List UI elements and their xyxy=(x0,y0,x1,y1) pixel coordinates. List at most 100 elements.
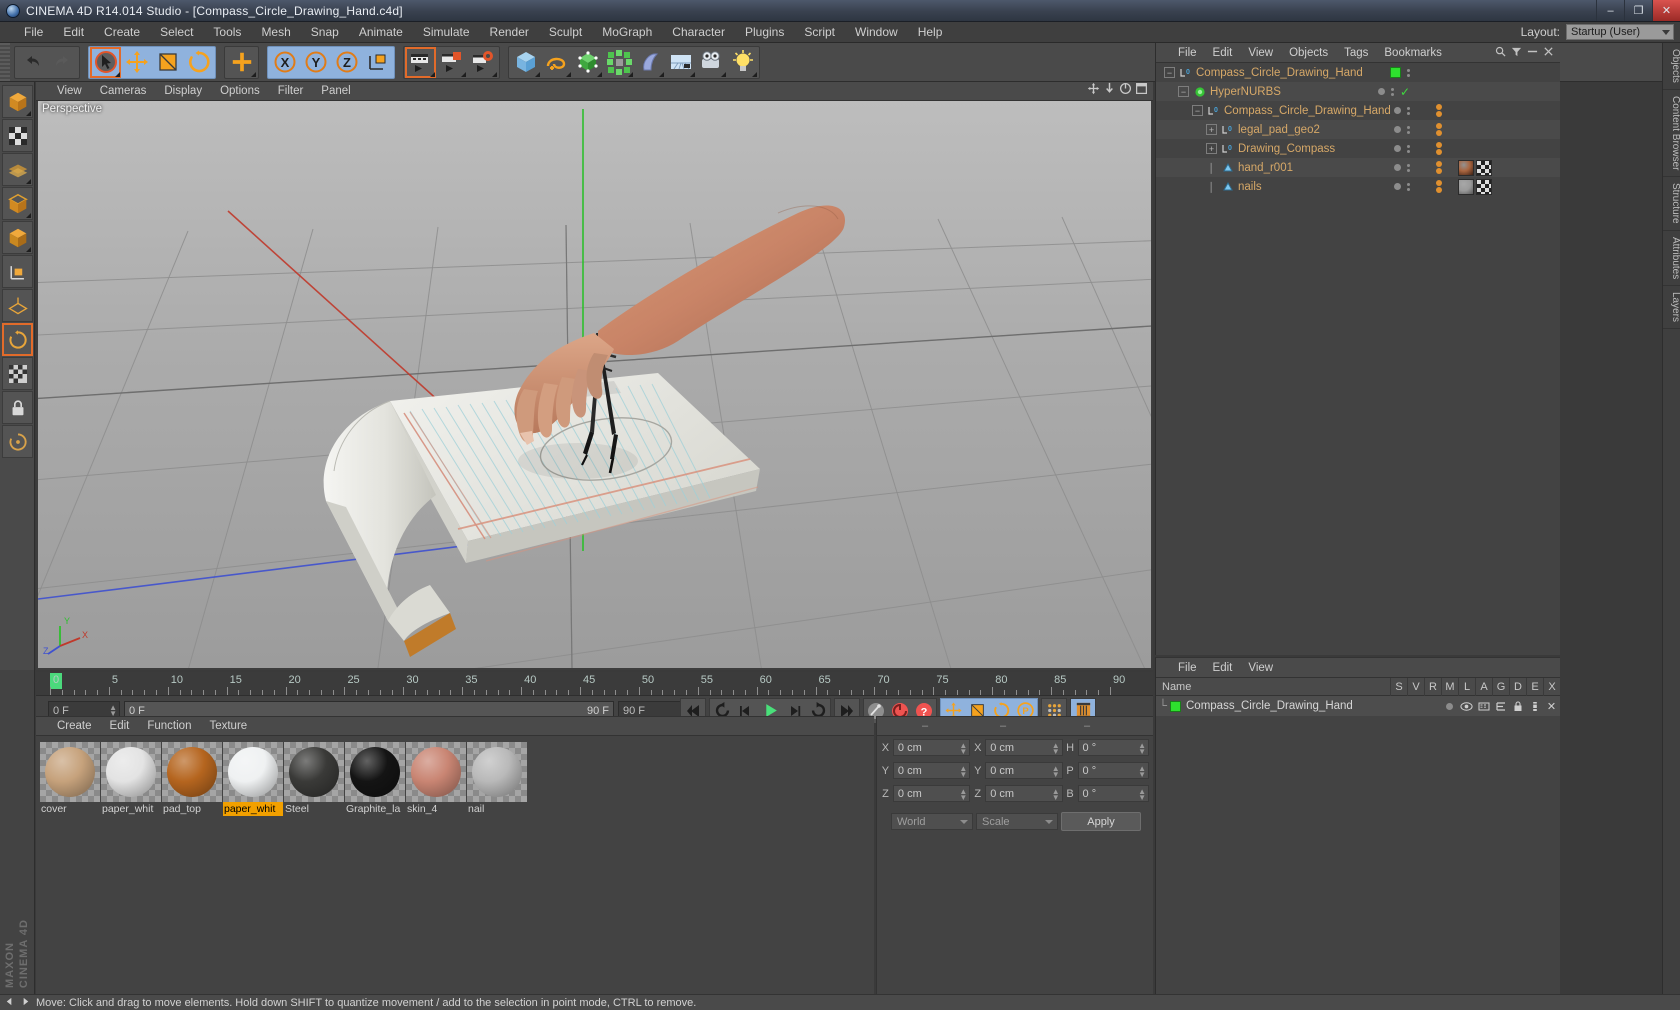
material-name[interactable]: Graphite_lа xyxy=(345,802,405,816)
editor-render-dots-icon[interactable] xyxy=(1407,106,1410,115)
coord-field-X[interactable]: 0 cm ▲ ▼ xyxy=(892,739,971,756)
coord-field-P[interactable]: 0 ° ▲ ▼ xyxy=(1077,762,1149,779)
rotate-camera-icon[interactable] xyxy=(1119,82,1132,100)
render-picture-viewer-icon[interactable] xyxy=(436,47,467,78)
editor-render-dots-icon[interactable] xyxy=(1407,163,1410,172)
coord-field-X[interactable]: 0 cm ▲ ▼ xyxy=(985,739,1063,756)
menu-tools[interactable]: Tools xyxy=(203,22,251,43)
close-button[interactable]: ✕ xyxy=(1652,0,1680,21)
scale-icon[interactable] xyxy=(152,47,183,78)
menu-script[interactable]: Script xyxy=(794,22,845,43)
coord-field-B[interactable]: 0 ° ▲ ▼ xyxy=(1077,785,1149,802)
material-preview[interactable] xyxy=(284,742,344,802)
menu-plugins[interactable]: Plugins xyxy=(735,22,794,43)
attribute-col-v[interactable]: V xyxy=(1407,677,1424,696)
visibility-dot-icon[interactable] xyxy=(1394,107,1401,114)
material-preview[interactable] xyxy=(345,742,405,802)
minus-icon[interactable] xyxy=(1527,46,1538,60)
cube-primitive-icon[interactable] xyxy=(510,47,541,78)
spinner-icon[interactable]: ▲ ▼ xyxy=(1138,788,1146,802)
editor-render-dots-icon[interactable] xyxy=(1407,182,1410,191)
material-menu-grip[interactable] xyxy=(36,717,48,735)
coordinates-grip[interactable] xyxy=(877,717,889,735)
material-item[interactable]: Steel xyxy=(284,742,344,816)
vtab-structure[interactable]: Structure xyxy=(1663,177,1680,231)
material-preview[interactable] xyxy=(406,742,466,802)
points-mode-icon[interactable] xyxy=(2,153,33,186)
polygons-mode-icon[interactable] xyxy=(2,221,33,254)
tag-dots-icon[interactable] xyxy=(1436,104,1442,117)
lock-icon-row[interactable] xyxy=(1509,700,1526,712)
viewport-menu-filter[interactable]: Filter xyxy=(269,82,313,101)
mograph-icon[interactable] xyxy=(603,47,634,78)
plus-move-icon[interactable] xyxy=(226,47,257,78)
spinner-icon[interactable]: ▲ ▼ xyxy=(959,765,967,779)
material-name[interactable]: pad_top xyxy=(162,802,222,816)
object-name[interactable]: hand_r001 xyxy=(1238,162,1293,174)
attribute-col-l[interactable]: L xyxy=(1458,677,1475,696)
tag-checker-icon[interactable] xyxy=(1476,178,1492,195)
material-item[interactable]: pad_top xyxy=(162,742,222,816)
object-row[interactable]: − 0 Compass_Circle_Drawing_Hand xyxy=(1156,63,1560,82)
material-item[interactable]: skin_4 xyxy=(406,742,466,816)
menu-render[interactable]: Render xyxy=(480,22,539,43)
material-name[interactable]: skin_4 xyxy=(406,802,466,816)
texture-mode-icon[interactable] xyxy=(2,119,33,152)
spinner-icon[interactable]: ▲ ▼ xyxy=(959,742,967,756)
object-name[interactable]: legal_pad_geo2 xyxy=(1238,124,1320,136)
attribute-row[interactable]: └ Compass_Circle_Drawing_Hand ✕ xyxy=(1156,696,1560,716)
close-icon[interactable] xyxy=(1543,46,1554,60)
menubar-grip[interactable] xyxy=(0,22,14,42)
object-name[interactable]: Compass_Circle_Drawing_Hand xyxy=(1224,105,1391,117)
editor-render-dots-icon[interactable] xyxy=(1390,87,1394,96)
coordinate-system-dropdown[interactable]: World xyxy=(891,813,973,830)
tag-dots-icon[interactable] xyxy=(1436,161,1442,174)
attribute-menu-edit[interactable]: Edit xyxy=(1205,658,1241,678)
dolly-camera-icon[interactable] xyxy=(1103,82,1116,100)
vtab-objects[interactable]: Objects xyxy=(1663,43,1680,90)
menu-simulate[interactable]: Simulate xyxy=(413,22,480,43)
x-axis-icon[interactable]: X xyxy=(269,47,300,78)
object-menu-view[interactable]: View xyxy=(1240,43,1281,63)
menu-mesh[interactable]: Mesh xyxy=(251,22,300,43)
object-name[interactable]: HyperNURBS xyxy=(1210,86,1281,98)
spinner-icon[interactable]: ▲ ▼ xyxy=(1052,765,1060,779)
remove-layer-icon[interactable]: ✕ xyxy=(1543,700,1560,713)
material-menu-texture[interactable]: Texture xyxy=(200,717,256,736)
filter-icon[interactable] xyxy=(1511,46,1522,60)
visibility-dot-icon[interactable] xyxy=(1394,126,1401,133)
layer-color-box[interactable] xyxy=(1390,67,1401,78)
perspective-viewport[interactable]: Perspective Y X Z xyxy=(38,101,1151,668)
attribute-col-r[interactable]: R xyxy=(1424,677,1441,696)
visibility-dot-icon[interactable] xyxy=(1377,88,1385,95)
tag-dots-icon[interactable] xyxy=(1436,123,1442,136)
move-camera-icon[interactable] xyxy=(1087,82,1100,100)
material-item[interactable]: paper_whit xyxy=(223,742,283,816)
visibility-dot-icon[interactable] xyxy=(1394,164,1401,171)
object-menu-bookmarks[interactable]: Bookmarks xyxy=(1376,43,1450,63)
menu-sculpt[interactable]: Sculpt xyxy=(539,22,592,43)
expander-minus-icon[interactable]: − xyxy=(1178,86,1189,97)
object-row[interactable]: │ nails xyxy=(1156,177,1560,196)
timeline-grip[interactable] xyxy=(36,672,48,696)
expander-plus-icon[interactable]: + xyxy=(1206,143,1217,154)
maximize-button[interactable]: ❐ xyxy=(1624,0,1652,21)
menu-snap[interactable]: Snap xyxy=(301,22,349,43)
viewport-menu-view[interactable]: View xyxy=(48,82,91,101)
menu-edit[interactable]: Edit xyxy=(53,22,94,43)
material-preview[interactable] xyxy=(101,742,161,802)
visibility-dot-icon[interactable] xyxy=(1446,702,1453,710)
light-icon[interactable] xyxy=(727,47,758,78)
object-name[interactable]: Compass_Circle_Drawing_Hand xyxy=(1196,67,1363,79)
object-menu-grip[interactable] xyxy=(1156,43,1170,62)
material-item[interactable]: nail xyxy=(467,742,527,816)
render-view-icon[interactable] xyxy=(405,46,436,78)
coord-field-Y[interactable]: 0 cm ▲ ▼ xyxy=(892,762,971,779)
animate-icon-row[interactable] xyxy=(1526,701,1543,712)
apply-button[interactable]: Apply xyxy=(1061,812,1141,831)
coord-field-Z[interactable]: 0 cm ▲ ▼ xyxy=(892,785,971,802)
visibility-dot-icon[interactable] xyxy=(1394,145,1401,152)
attribute-col-a[interactable]: A xyxy=(1475,677,1492,696)
timeline-ruler[interactable]: 0 5 10 15 20 25 30 35 40 45 50 55 60 65 70 75 80 85 90 xyxy=(36,672,1153,696)
spinner-icon[interactable]: ▲ ▼ xyxy=(1052,788,1060,802)
